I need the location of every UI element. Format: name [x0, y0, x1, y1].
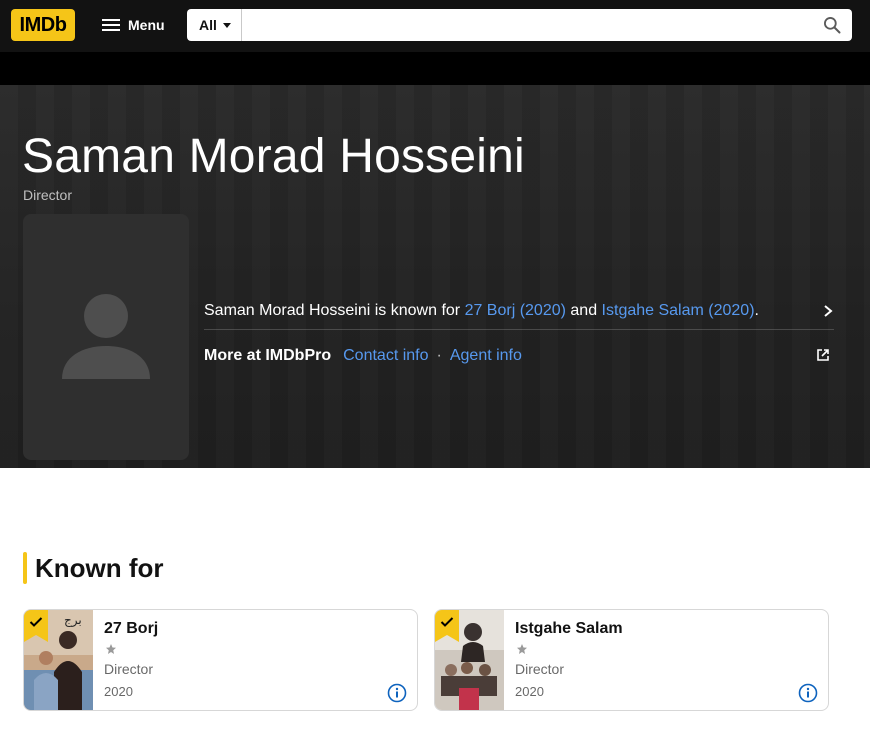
- chevron-right-icon[interactable]: [822, 304, 834, 323]
- known-for-link-27-borj[interactable]: 27 Borj (2020): [465, 302, 566, 320]
- poster-image[interactable]: [435, 610, 504, 710]
- agent-info-link[interactable]: Agent info: [450, 347, 522, 365]
- known-for-prefix: Saman Morad Hosseini is known for: [204, 301, 465, 319]
- card-role: Director: [104, 661, 154, 677]
- person-hero: Saman Morad Hosseini Director Saman Mora…: [0, 85, 870, 468]
- person-placeholder-icon: [62, 294, 150, 379]
- caret-down-icon: [222, 23, 231, 28]
- checkmark-icon: [440, 617, 454, 627]
- info-icon[interactable]: [387, 683, 407, 703]
- imdbpro-row: More at IMDbPro Contact info · Agent inf…: [204, 342, 834, 370]
- menu-label: Menu: [128, 17, 165, 33]
- card-title[interactable]: 27 Borj: [104, 620, 158, 638]
- known-for-and: and: [565, 301, 602, 319]
- person-name: Saman Morad Hosseini: [22, 130, 525, 183]
- person-role: Director: [23, 187, 73, 203]
- card-role: Director: [515, 661, 565, 677]
- poster-image[interactable]: برج: [24, 610, 93, 710]
- ad-banner-strip: [0, 52, 870, 85]
- info-icon[interactable]: [798, 683, 818, 703]
- known-for-link-istgahe-salam[interactable]: Istgahe Salam (2020): [602, 302, 755, 320]
- svg-text:برج: برج: [64, 613, 82, 628]
- search-category-label: All: [199, 17, 217, 33]
- known-for-summary[interactable]: Saman Morad Hosseini is known for 27 Bor…: [204, 292, 834, 330]
- search-icon[interactable]: [812, 9, 852, 41]
- known-for-title: Known for: [35, 552, 164, 583]
- checkmark-icon: [29, 617, 43, 627]
- card-year: 2020: [104, 684, 133, 699]
- hamburger-icon: [102, 18, 120, 32]
- imdb-logo[interactable]: IMDb: [11, 9, 75, 41]
- known-for-heading: Known for: [23, 552, 164, 584]
- star-icon[interactable]: [105, 642, 117, 660]
- known-for-card[interactable]: برج 27 Borj Director 2020: [23, 609, 418, 711]
- top-navigation: IMDb Menu All: [0, 0, 870, 52]
- section-accent-bar: [23, 552, 27, 584]
- card-title[interactable]: Istgahe Salam: [515, 620, 623, 638]
- contact-info-link[interactable]: Contact info: [343, 347, 428, 365]
- star-icon[interactable]: [516, 642, 528, 660]
- person-photo-placeholder[interactable]: [23, 214, 189, 460]
- search-input[interactable]: [241, 10, 812, 40]
- menu-button[interactable]: Menu: [92, 10, 175, 40]
- search-category-dropdown[interactable]: All: [187, 9, 242, 41]
- known-for-card[interactable]: Istgahe Salam Director 2020: [434, 609, 829, 711]
- separator-dot: ·: [436, 347, 442, 364]
- card-year: 2020: [515, 684, 544, 699]
- imdbpro-label: More at IMDbPro: [204, 347, 332, 364]
- external-link-icon[interactable]: [816, 348, 830, 367]
- known-for-suffix: .: [754, 301, 759, 319]
- search-bar: All: [187, 9, 852, 41]
